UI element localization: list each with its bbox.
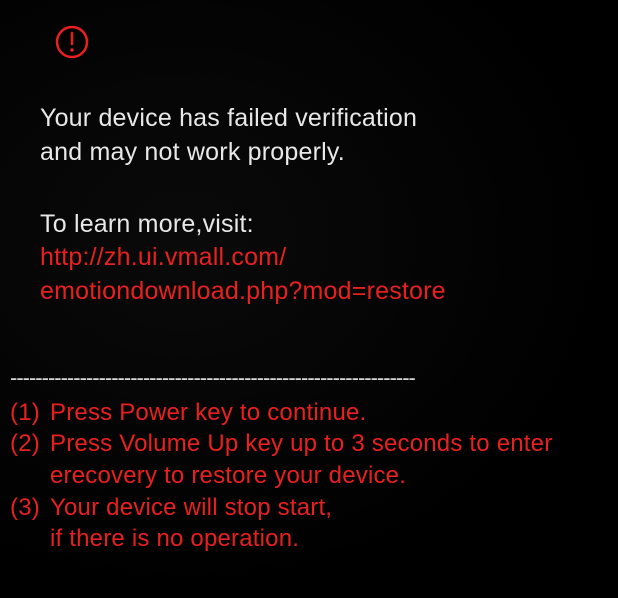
bootloader-warning-screen: Your device has failed verification and … (0, 0, 618, 575)
instruction-text: Press Volume Up key up to 3 seconds to e… (50, 428, 578, 491)
instruction-number: (3) (10, 492, 50, 555)
instruction-number: (1) (10, 397, 50, 429)
instruction-text: Press Power key to continue. (50, 397, 578, 429)
instruction-3: (3) Your device will stop start,if there… (10, 492, 578, 555)
learn-more-label: To learn more,visit: (40, 208, 578, 242)
instruction-number: (2) (10, 428, 50, 491)
message-line-1: Your device has failed verification (40, 104, 417, 132)
verification-failed-message: Your device has failed verification and … (40, 102, 578, 170)
restore-url: http://zh.ui.vmall.com/ emotiondownload.… (40, 241, 578, 309)
divider: ----------------------------------------… (10, 365, 610, 391)
instruction-2: (2) Press Volume Up key up to 3 seconds … (10, 428, 578, 491)
instruction-list: (1) Press Power key to continue. (2) Pre… (10, 397, 578, 555)
message-line-2: and may not work properly. (40, 138, 345, 166)
url-line-2: emotiondownload.php?mod=restore (40, 277, 446, 305)
warning-circle-icon (54, 24, 578, 60)
instruction-1: (1) Press Power key to continue. (10, 397, 578, 429)
url-line-1: http://zh.ui.vmall.com/ (40, 243, 286, 271)
instruction-text: Your device will stop start,if there is … (50, 492, 578, 555)
